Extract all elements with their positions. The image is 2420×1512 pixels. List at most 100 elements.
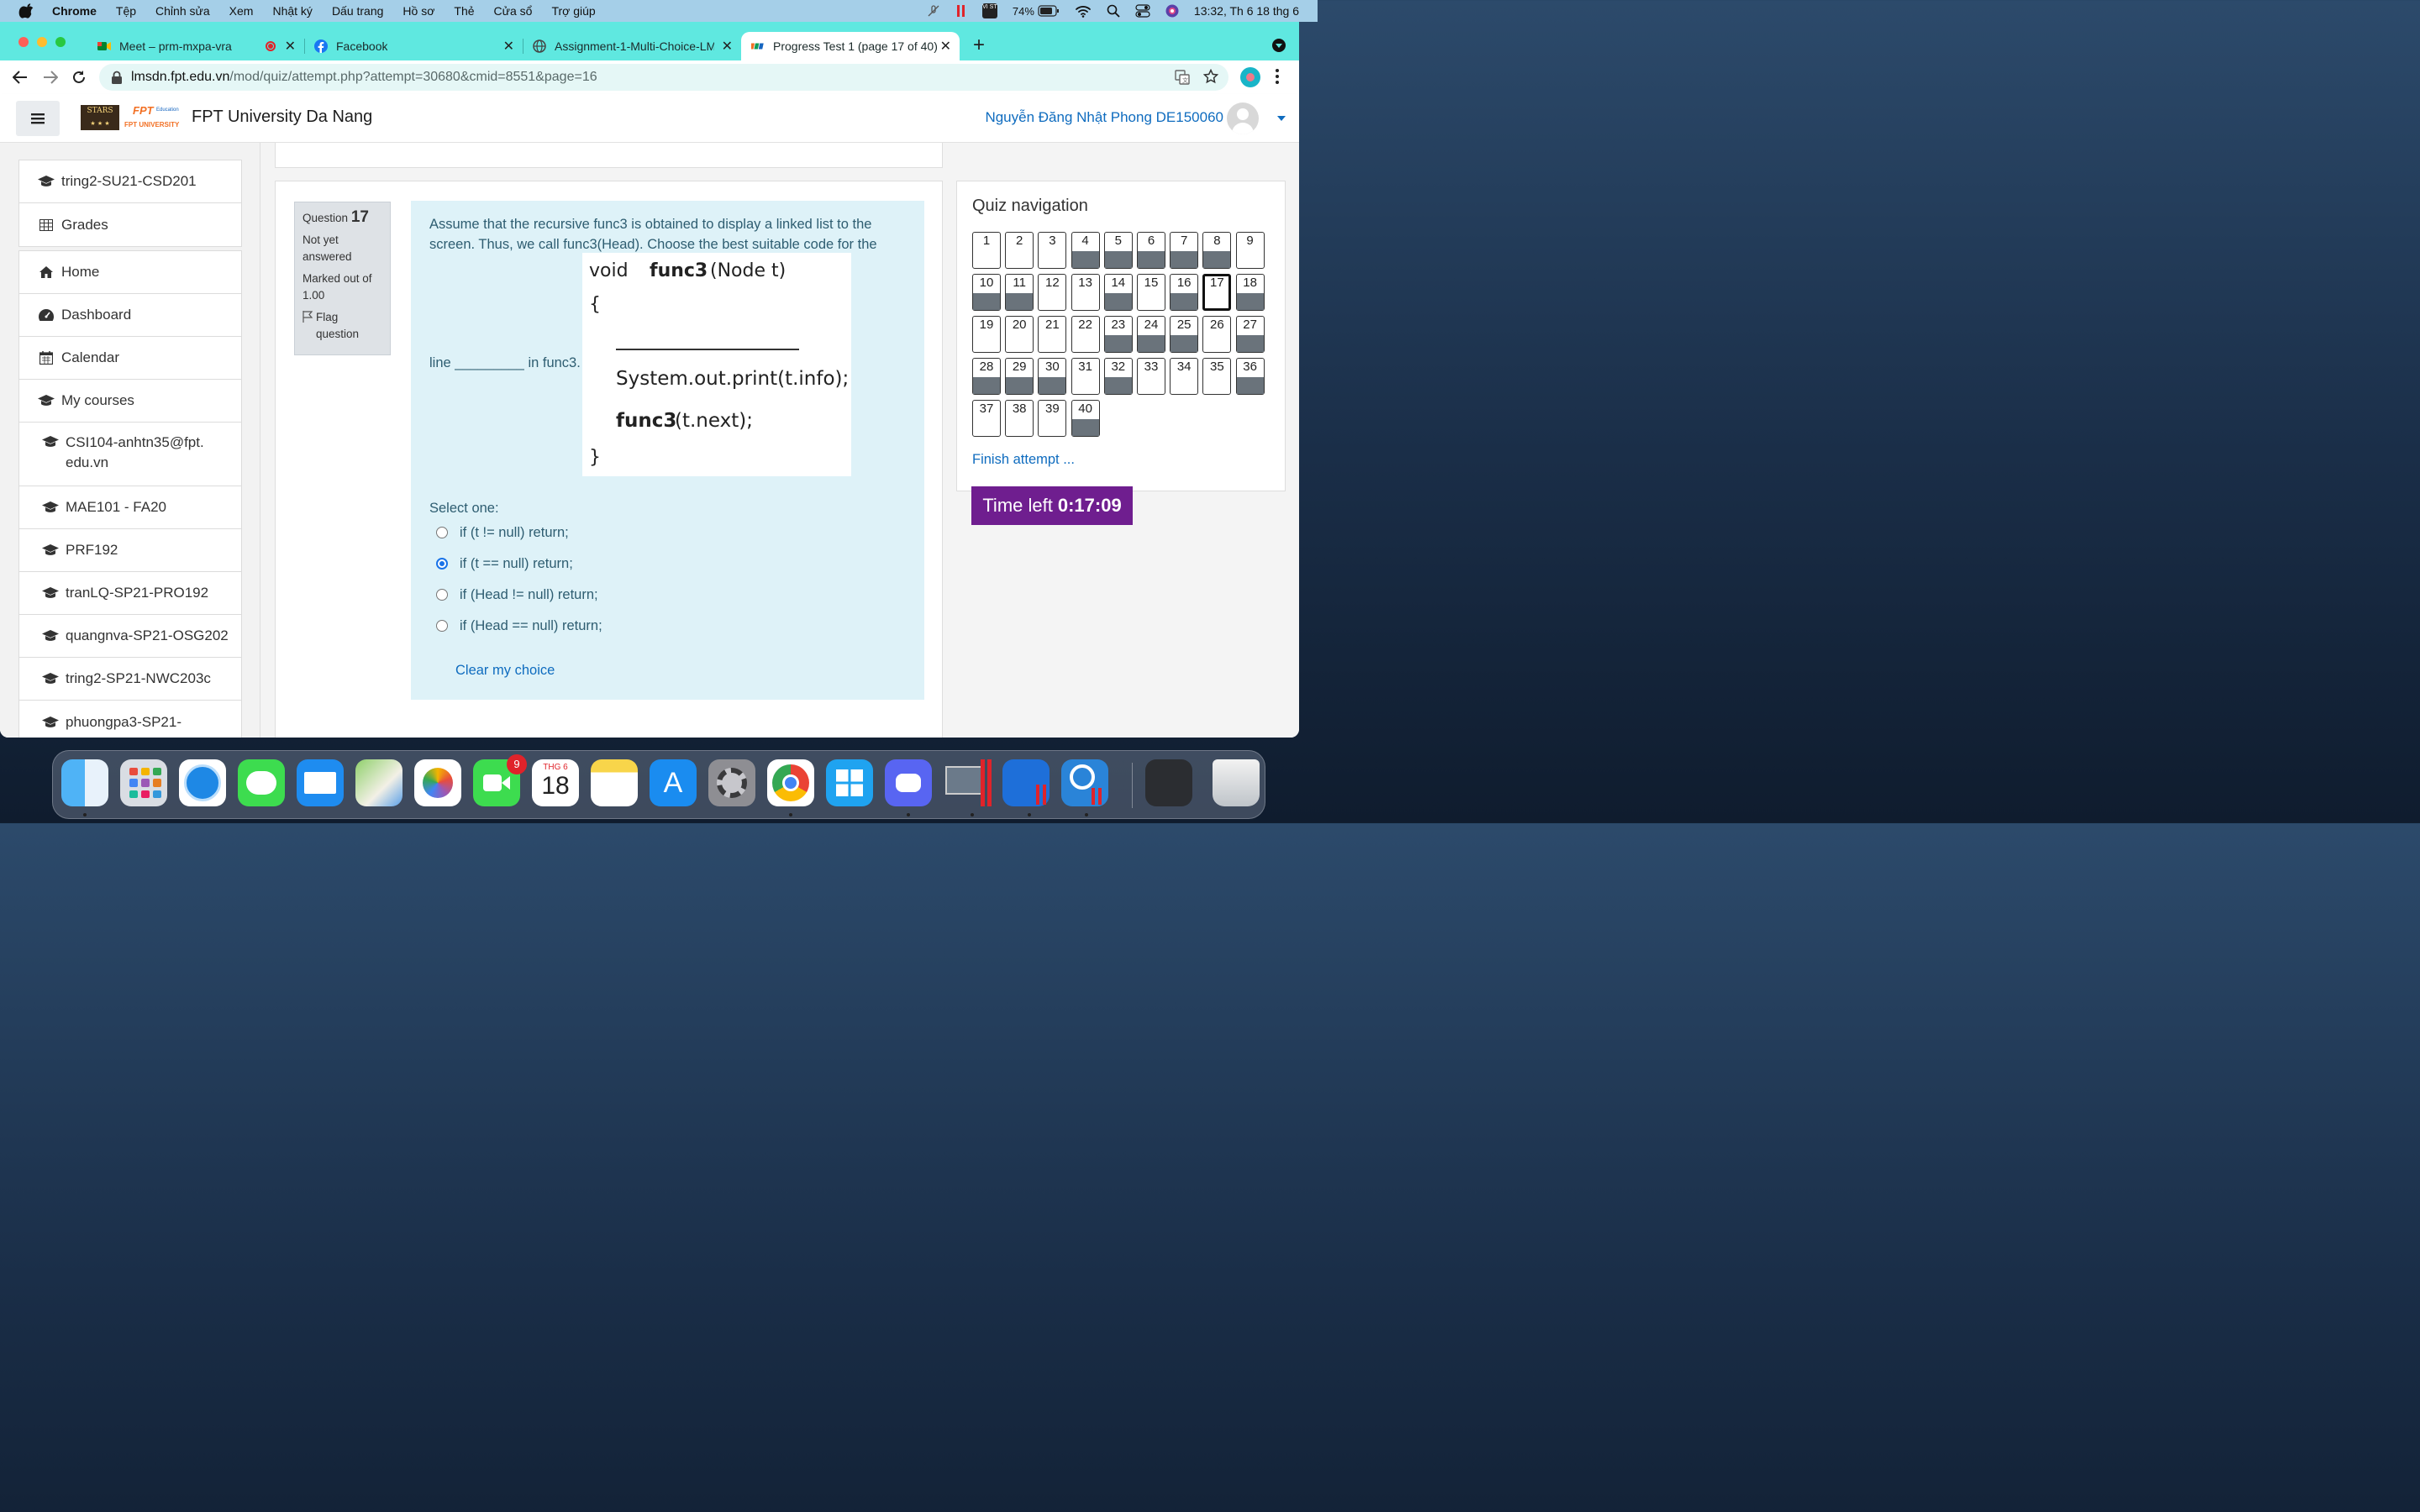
close-tab-icon[interactable]: ✕	[503, 38, 514, 55]
calendar-app-icon[interactable]: THG 6 18	[532, 759, 579, 806]
quiz-nav-button-8[interactable]: 8	[1202, 232, 1232, 269]
quiz-nav-button-9[interactable]: 9	[1235, 232, 1265, 269]
tab-assignment[interactable]: Assignment-1-Multi-Choice-LM ✕	[523, 32, 741, 60]
quiz-nav-button-21[interactable]: 21	[1038, 316, 1067, 353]
search-vm-icon[interactable]	[1061, 759, 1108, 806]
quiz-nav-button-6[interactable]: 6	[1137, 232, 1165, 269]
quiz-nav-button-11[interactable]: 11	[1005, 274, 1034, 311]
mic-muted-icon[interactable]	[927, 4, 940, 18]
menu-view[interactable]: Xem	[229, 4, 254, 18]
quiz-nav-button-37[interactable]: 37	[972, 400, 1001, 437]
menu-edit[interactable]: Chỉnh sửa	[155, 4, 210, 18]
windows-app-icon[interactable]	[826, 759, 873, 806]
window-close-button[interactable]	[18, 37, 29, 47]
nav-course-pro192[interactable]: tranLQ-SP21-PRO192	[19, 572, 241, 615]
tab-progress-test[interactable]: Progress Test 1 (page 17 of 40) ✕	[741, 32, 960, 60]
quiz-nav-button-13[interactable]: 13	[1071, 274, 1100, 311]
radio-button[interactable]	[436, 589, 448, 601]
forward-arrow-icon[interactable]	[42, 69, 59, 86]
quiz-nav-button-4[interactable]: 4	[1071, 232, 1100, 269]
window-zoom-button[interactable]	[55, 37, 66, 47]
close-tab-icon[interactable]: ✕	[722, 38, 733, 55]
flag-question-link[interactable]: Flag question	[302, 309, 382, 343]
quiz-nav-button-39[interactable]: 39	[1038, 400, 1067, 437]
window-minimize-button[interactable]	[37, 37, 47, 47]
quiz-nav-button-25[interactable]: 25	[1170, 316, 1199, 353]
user-menu-caret-icon[interactable]	[1277, 116, 1286, 121]
answer-option[interactable]: if (Head == null) return;	[436, 616, 602, 636]
messages-icon[interactable]	[238, 759, 285, 806]
maps-icon[interactable]	[355, 759, 402, 806]
chrome-icon[interactable]	[767, 759, 814, 806]
app-store-icon[interactable]: A	[650, 759, 697, 806]
menu-window[interactable]: Cửa sổ	[494, 4, 533, 18]
menu-profiles[interactable]: Hồ sơ	[402, 4, 434, 18]
reload-icon[interactable]	[71, 69, 87, 86]
clear-choice-link[interactable]: Clear my choice	[455, 660, 555, 680]
profile-avatar-icon[interactable]	[1240, 67, 1260, 87]
radio-button-selected[interactable]	[436, 558, 448, 570]
quiz-nav-button-23[interactable]: 23	[1103, 316, 1133, 353]
quiz-nav-button-1[interactable]: 1	[972, 232, 1001, 269]
recent-window-thumbnail[interactable]	[1145, 759, 1192, 806]
trash-icon[interactable]	[1213, 759, 1260, 806]
nav-course-csi104[interactable]: CSI104-anhtn35@fpt.edu.vn	[19, 423, 241, 486]
answer-option[interactable]: if (Head != null) return;	[436, 585, 598, 605]
menu-toggle-button[interactable]	[16, 101, 60, 136]
user-name[interactable]: Nguyễn Đăng Nhật Phong DE150060	[985, 109, 1223, 126]
quiz-nav-button-20[interactable]: 20	[1005, 316, 1034, 353]
quiz-nav-button-5[interactable]: 5	[1103, 232, 1133, 269]
nav-course-nwc203c[interactable]: tring2-SP21-NWC203c	[19, 658, 241, 701]
nav-grades[interactable]: Grades	[19, 203, 241, 246]
quiz-nav-button-15[interactable]: 15	[1137, 274, 1165, 311]
menu-file[interactable]: Tệp	[116, 4, 136, 18]
menubar-clock[interactable]: 13:32, Th 6 18 thg 6	[1194, 4, 1299, 18]
quiz-nav-button-17[interactable]: 17	[1202, 274, 1232, 311]
nav-home[interactable]: Home	[19, 251, 241, 294]
nav-course-prf192[interactable]: PRF192	[19, 529, 241, 572]
menu-tab[interactable]: Thẻ	[454, 4, 474, 18]
quiz-nav-button-16[interactable]: 16	[1170, 274, 1199, 311]
back-arrow-icon[interactable]	[12, 69, 29, 86]
tab-facebook[interactable]: Facebook ✕	[304, 32, 523, 60]
quiz-nav-button-14[interactable]: 14	[1103, 274, 1133, 311]
tab-search-button[interactable]	[1272, 39, 1286, 52]
control-center-icon[interactable]	[1135, 4, 1150, 18]
parallels-desktop-icon[interactable]	[944, 759, 992, 806]
quiz-nav-button-29[interactable]: 29	[1005, 358, 1034, 395]
radio-button[interactable]	[436, 527, 448, 538]
finish-attempt-link[interactable]: Finish attempt ...	[972, 452, 1075, 468]
quiz-nav-button-33[interactable]: 33	[1137, 358, 1165, 395]
battery-icon[interactable]	[1038, 5, 1060, 17]
quiz-nav-button-2[interactable]: 2	[1005, 232, 1034, 269]
menu-help[interactable]: Trợ giúp	[551, 4, 595, 18]
quiz-nav-button-27[interactable]: 27	[1235, 316, 1265, 353]
launchpad-icon[interactable]	[120, 759, 167, 806]
quiz-nav-button-19[interactable]: 19	[972, 316, 1001, 353]
mail-icon[interactable]	[297, 759, 344, 806]
tab-meet[interactable]: Meet – prm-mxpa-vra ✕	[87, 32, 305, 60]
nav-course-osg202[interactable]: quangnva-SP21-OSG202	[19, 615, 241, 658]
discord-icon[interactable]	[885, 759, 932, 806]
wifi-icon[interactable]	[1075, 4, 1092, 18]
new-tab-button[interactable]: +	[973, 34, 985, 57]
quiz-nav-button-28[interactable]: 28	[972, 358, 1001, 395]
quiz-nav-button-38[interactable]: 38	[1005, 400, 1034, 437]
facetime-icon[interactable]: 9	[473, 754, 527, 806]
answer-option[interactable]: if (t != null) return;	[436, 522, 569, 543]
screen-record-icon[interactable]	[955, 3, 967, 18]
answer-option[interactable]: if (t == null) return;	[436, 554, 573, 574]
nav-course-phuongpa3[interactable]: phuongpa3-SP21-	[19, 701, 241, 738]
safari-icon[interactable]	[179, 759, 226, 806]
lock-icon[interactable]	[111, 71, 123, 84]
siri-icon[interactable]	[1165, 4, 1179, 18]
nav-course-csd201[interactable]: tring2-SU21-CSD201	[19, 160, 241, 203]
user-avatar[interactable]	[1227, 102, 1259, 134]
quiz-nav-button-40[interactable]: 40	[1071, 400, 1100, 437]
nav-my-courses[interactable]: My courses	[19, 380, 241, 423]
apple-logo-icon[interactable]	[18, 3, 35, 18]
translate-icon[interactable]: 文	[1175, 70, 1190, 89]
nav-dashboard[interactable]: Dashboard	[19, 294, 241, 337]
nav-calendar[interactable]: Calendar	[19, 337, 241, 380]
site-title[interactable]: FPT University Da Nang	[192, 108, 372, 127]
